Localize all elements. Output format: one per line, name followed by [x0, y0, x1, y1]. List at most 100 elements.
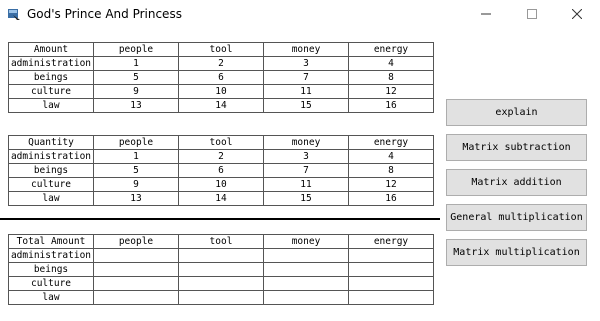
cell[interactable]: 6 — [178, 70, 264, 85]
cell — [93, 290, 179, 305]
cell[interactable]: 15 — [263, 98, 349, 113]
column-header: people — [93, 42, 179, 57]
table-corner: Quantity — [8, 135, 94, 150]
window-title: God's Prince And Princess — [27, 7, 182, 21]
row-header: administration — [8, 56, 94, 71]
column-header: energy — [348, 234, 434, 249]
table-row: beings — [8, 262, 434, 277]
matrix-addition-button[interactable]: Matrix addition — [446, 169, 587, 196]
bottom-fade-overlay — [436, 266, 600, 321]
cell[interactable]: 16 — [348, 191, 434, 206]
cell[interactable]: 9 — [93, 84, 179, 99]
cell — [178, 276, 264, 291]
cell — [348, 290, 434, 305]
header-row: Quantity people tool money energy — [8, 135, 434, 150]
table-row: law 13 14 15 16 — [8, 191, 434, 206]
row-header: beings — [8, 262, 94, 277]
explain-button[interactable]: explain — [446, 99, 587, 126]
cell — [178, 262, 264, 277]
maximize-button[interactable] — [509, 0, 555, 28]
close-button[interactable] — [554, 0, 600, 28]
total-amount-table: Total Amount people tool money energy ad… — [8, 234, 434, 305]
row-header: beings — [8, 70, 94, 85]
row-header: law — [8, 290, 94, 305]
table-row: administration 1 2 3 4 — [8, 56, 434, 71]
cell[interactable]: 5 — [93, 70, 179, 85]
cell — [93, 276, 179, 291]
cell — [263, 248, 349, 263]
cell[interactable]: 3 — [263, 56, 349, 71]
cell[interactable]: 8 — [348, 70, 434, 85]
table-row: culture 9 10 11 12 — [8, 177, 434, 192]
cell[interactable]: 2 — [178, 149, 264, 164]
cell — [263, 290, 349, 305]
cell[interactable]: 10 — [178, 177, 264, 192]
cell[interactable]: 15 — [263, 191, 349, 206]
cell[interactable]: 4 — [348, 149, 434, 164]
column-header: tool — [178, 42, 264, 57]
table-corner: Total Amount — [8, 234, 94, 249]
table-row: law — [8, 290, 434, 305]
table-row: administration 1 2 3 4 — [8, 149, 434, 164]
cell — [263, 262, 349, 277]
general-multiplication-button[interactable]: General multiplication — [446, 204, 587, 231]
cell[interactable]: 6 — [178, 163, 264, 178]
row-header: culture — [8, 84, 94, 99]
cell[interactable]: 8 — [348, 163, 434, 178]
title-bar: God's Prince And Princess — [0, 0, 600, 30]
table-row: law 13 14 15 16 — [8, 98, 434, 113]
cell[interactable]: 10 — [178, 84, 264, 99]
row-header: beings — [8, 163, 94, 178]
matrix-multiplication-button[interactable]: Matrix multiplication — [446, 239, 587, 266]
minimize-button[interactable] — [463, 0, 509, 28]
column-header: tool — [178, 135, 264, 150]
column-header: energy — [348, 42, 434, 57]
cell[interactable]: 5 — [93, 163, 179, 178]
cell[interactable]: 3 — [263, 149, 349, 164]
matrix-subtraction-button[interactable]: Matrix subtraction — [446, 134, 587, 161]
cell[interactable]: 12 — [348, 177, 434, 192]
row-header: administration — [8, 149, 94, 164]
row-header: culture — [8, 276, 94, 291]
cell[interactable]: 4 — [348, 56, 434, 71]
cell[interactable]: 14 — [178, 98, 264, 113]
cell[interactable]: 7 — [263, 163, 349, 178]
cell — [93, 248, 179, 263]
cell[interactable]: 1 — [93, 149, 179, 164]
cell[interactable]: 7 — [263, 70, 349, 85]
cell[interactable]: 2 — [178, 56, 264, 71]
cell[interactable]: 1 — [93, 56, 179, 71]
cell[interactable]: 11 — [263, 177, 349, 192]
cell — [348, 248, 434, 263]
column-header: money — [263, 135, 349, 150]
cell — [178, 290, 264, 305]
client-area: Amount people tool money energy administ… — [0, 30, 600, 321]
table-row: beings 5 6 7 8 — [8, 70, 434, 85]
table-row: culture — [8, 276, 434, 291]
cell — [348, 262, 434, 277]
quantity-table: Quantity people tool money energy admini… — [8, 135, 434, 206]
table-row: administration — [8, 248, 434, 263]
row-header: culture — [8, 177, 94, 192]
table-row: culture 9 10 11 12 — [8, 84, 434, 99]
cell[interactable]: 12 — [348, 84, 434, 99]
maximize-icon — [527, 9, 537, 19]
cell[interactable]: 14 — [178, 191, 264, 206]
cell — [93, 262, 179, 277]
amount-table: Amount people tool money energy administ… — [8, 42, 434, 113]
column-header: money — [263, 42, 349, 57]
cell[interactable]: 13 — [93, 98, 179, 113]
section-divider — [0, 218, 440, 220]
header-row: Amount people tool money energy — [8, 42, 434, 57]
app-icon — [8, 9, 20, 20]
cell[interactable]: 11 — [263, 84, 349, 99]
table-row: beings 5 6 7 8 — [8, 163, 434, 178]
cell — [178, 248, 264, 263]
cell[interactable]: 13 — [93, 191, 179, 206]
header-row: Total Amount people tool money energy — [8, 234, 434, 249]
column-header: people — [93, 234, 179, 249]
cell[interactable]: 16 — [348, 98, 434, 113]
cell[interactable]: 9 — [93, 177, 179, 192]
table-corner: Amount — [8, 42, 94, 57]
column-header: money — [263, 234, 349, 249]
